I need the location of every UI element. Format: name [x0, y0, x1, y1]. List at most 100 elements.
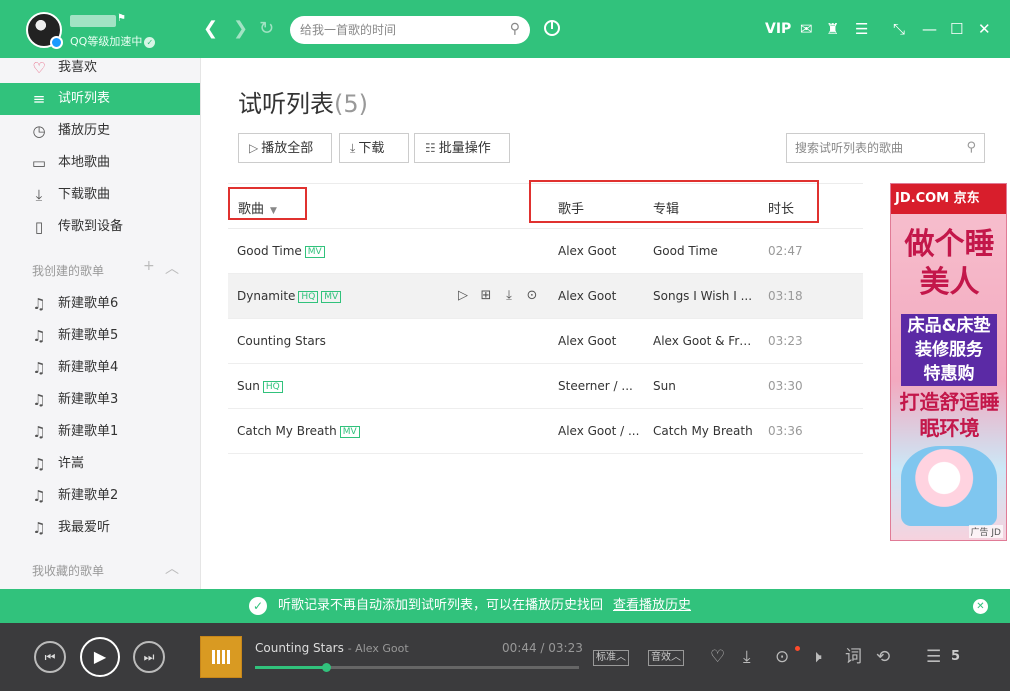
search-icon[interactable]: ⚲ [966, 140, 976, 155]
song-artist[interactable]: Alex Goot [558, 274, 643, 319]
ad-brand: JD.COM 京东 [891, 184, 1006, 214]
mini-mode-icon[interactable]: ⤡ [893, 18, 905, 40]
batch-label: 批量操作 [438, 141, 491, 156]
play-icon[interactable]: ▷ [455, 288, 471, 304]
minimize-button[interactable]: — [922, 18, 937, 40]
sidebar-item-label: 新建歌单6 [58, 296, 119, 311]
notification-text: 听歌记录不再自动添加到试听列表，可以在播放历史找回 [278, 598, 604, 613]
song-title[interactable]: Sun HQ [237, 364, 447, 409]
song-title[interactable]: Counting Stars [237, 319, 447, 364]
sidebar-item-playlist[interactable]: ♫ 新建歌单4 [0, 352, 200, 384]
mv-badge[interactable]: MV [304, 246, 325, 258]
skin-icon[interactable]: ♜ [826, 18, 839, 40]
repeat-icon[interactable]: ⟲ [876, 647, 890, 667]
search-icon[interactable]: ⚲ [510, 21, 520, 37]
song-album[interactable]: Sun [653, 364, 753, 409]
play-button[interactable]: ▶ [80, 637, 120, 677]
quality-button[interactable]: 标准︿ [593, 650, 629, 666]
song-artist[interactable]: Alex Goot [558, 229, 643, 274]
sidebar-item-label: 新建歌单3 [58, 392, 119, 407]
advertisement-banner[interactable]: JD.COM 京东 做个睡美人 床品&床垫 装修服务 特惠购 打造舒适睡眠环境 … [890, 183, 1007, 541]
next-track-button[interactable]: ⏭ [133, 641, 165, 673]
table-row[interactable]: Sun HQ Steerner / ... Sun 03:30 [228, 364, 863, 409]
global-search-input[interactable] [300, 20, 500, 40]
sidebar-item-playlist[interactable]: ♫ 我最爱听 [0, 512, 200, 544]
sidebar-item-label: 播放历史 [58, 123, 111, 138]
download-icon[interactable]: ⤓ [743, 647, 751, 667]
progress-knob[interactable] [322, 663, 332, 672]
sidebar-item-favorites[interactable]: ♡ 我喜欢 [0, 58, 200, 84]
more-icon[interactable]: ⊙ [524, 288, 540, 304]
song-duration: 03:23 [768, 334, 803, 348]
collapse-icon[interactable]: ︿ [165, 558, 179, 578]
song-artist[interactable]: Alex Goot / ... [558, 409, 643, 454]
now-playing[interactable]: Counting Stars - Alex Goot [255, 641, 409, 655]
collapse-icon[interactable]: ︿ [165, 258, 179, 278]
sidebar-item-playlist[interactable]: ♫ 新建歌单6 [0, 288, 200, 320]
forward-button[interactable]: ❯ [233, 18, 248, 40]
play-all-button[interactable]: ▷ 播放全部 [238, 133, 332, 163]
mv-badge[interactable]: MV [339, 426, 360, 438]
ad-offer-box: 床品&床垫 装修服务 特惠购 [901, 314, 997, 386]
table-row[interactable]: Dynamite HQ MV ▷ ⊞ ⤓ ⊙ Alex Goot Songs I W… [228, 274, 863, 319]
sidebar-item-playlist[interactable]: ♫ 新建歌单3 [0, 384, 200, 416]
song-title[interactable]: Catch My Breath MV [237, 409, 447, 454]
level-status[interactable]: QQ等级加速中 ✓ [70, 33, 156, 49]
song-title-text: Dynamite [237, 289, 296, 303]
sound-effect-button[interactable]: 音效︿ [648, 650, 684, 666]
song-album[interactable]: Songs I Wish I ... [653, 274, 753, 319]
like-icon[interactable]: ♡ [710, 647, 725, 667]
menu-icon[interactable]: ☰ [855, 18, 868, 40]
sidebar-item-trial-list[interactable]: ≡ 试听列表 [0, 83, 200, 115]
close-notification-icon[interactable]: ✕ [973, 599, 988, 614]
download-icon: ⤓ [350, 141, 356, 155]
table-row[interactable]: Counting Stars Alex Goot Alex Goot & Fri… [228, 319, 863, 364]
sidebar-item-device[interactable]: ▯ 传歌到设备 [0, 211, 200, 243]
play-icon: ▷ [249, 141, 259, 155]
page-title: 试听列表(5) [238, 84, 368, 119]
song-title[interactable]: Dynamite HQ MV [237, 274, 447, 319]
previous-track-button[interactable]: ⏮ [34, 641, 66, 673]
download-button[interactable]: ⤓ 下载 [339, 133, 409, 163]
table-row[interactable]: Good Time MV Alex Goot Good Time 02:47 [228, 229, 863, 274]
list-search-input[interactable] [795, 139, 955, 157]
ad-offer-line: 装修服务 [915, 340, 983, 360]
sidebar-item-downloads[interactable]: ⤓ 下载歌曲 [0, 179, 200, 211]
add-playlist-icon[interactable]: + [143, 258, 155, 274]
playlist-queue-icon[interactable]: ☰ [926, 647, 941, 667]
song-title[interactable]: Good Time MV [237, 229, 447, 274]
sidebar-item-playlist[interactable]: ♫ 新建歌单2 [0, 480, 200, 512]
volume-icon[interactable]: 🕨 [811, 647, 822, 667]
back-button[interactable]: ❮ [203, 18, 218, 40]
username[interactable] [70, 15, 116, 27]
progress-bar[interactable] [255, 663, 579, 672]
sidebar-item-local[interactable]: ▭ 本地歌曲 [0, 147, 200, 179]
sidebar-item-history[interactable]: ◷ 播放历史 [0, 115, 200, 147]
sidebar-item-label: 试听列表 [58, 91, 111, 106]
lyrics-icon[interactable]: 词 [845, 647, 862, 667]
album-cover[interactable] [200, 636, 242, 678]
maximize-button[interactable]: ☐ [950, 18, 963, 40]
close-button[interactable]: ✕ [978, 18, 991, 40]
song-album[interactable]: Catch My Breath [653, 409, 753, 454]
song-album[interactable]: Good Time [653, 229, 753, 274]
song-artist[interactable]: Alex Goot [558, 319, 643, 364]
mv-badge[interactable]: MV [321, 291, 342, 303]
title-bar: ⚑ QQ等级加速中✓ ❮ ❯ ↻ ⚲ VIP ✉ ♜ ☰ ⤡ — ☐ ✕ [0, 0, 1010, 58]
song-artist[interactable]: Steerner / ... [558, 364, 643, 409]
refresh-button[interactable]: ↻ [259, 18, 274, 40]
sidebar-item-playlist[interactable]: ♫ 许嵩 [0, 448, 200, 480]
view-history-link[interactable]: 查看播放历史 [613, 589, 691, 623]
download-icon[interactable]: ⤓ [501, 288, 517, 304]
batch-operation-button[interactable]: ☷ 批量操作 [414, 133, 510, 163]
sidebar-item-playlist[interactable]: ♫ 新建歌单1 [0, 416, 200, 448]
song-recognition-icon[interactable] [544, 20, 560, 36]
vip-button[interactable]: VIP [765, 18, 791, 40]
song-album[interactable]: Alex Goot & Fri... [653, 319, 753, 364]
add-icon[interactable]: ⊞ [478, 288, 494, 304]
music-note-icon: ♫ [32, 359, 46, 377]
sidebar-item-playlist[interactable]: ♫ 新建歌单5 [0, 320, 200, 352]
more-icon[interactable]: ⊙ [775, 647, 789, 667]
mail-icon[interactable]: ✉ [800, 18, 813, 40]
table-row[interactable]: Catch My Breath MV Alex Goot / ... Catch … [228, 409, 863, 454]
